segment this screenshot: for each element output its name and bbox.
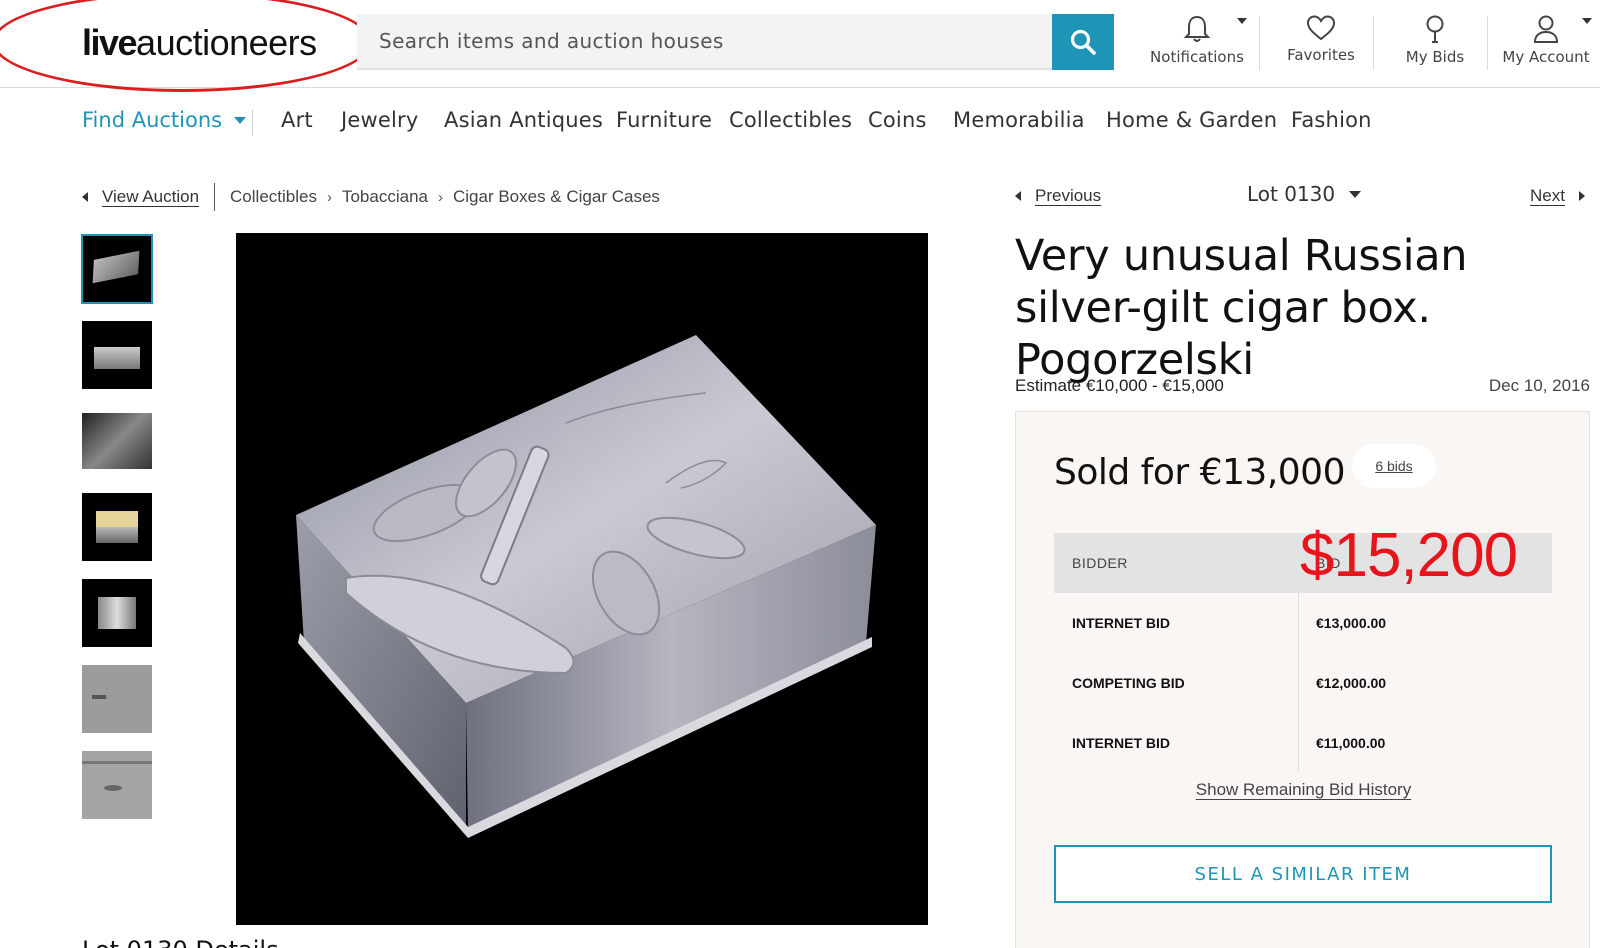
search-input[interactable] <box>357 14 1052 68</box>
lot-select-dropdown[interactable]: Lot 0130 <box>1247 182 1362 206</box>
logo-auctioneers: auctioneers <box>136 22 317 63</box>
thumbnail-4[interactable] <box>82 493 152 561</box>
sell-similar-item-button[interactable]: SELL A SIMILAR ITEM <box>1054 845 1552 903</box>
table-row: COMPETING BID €12,000.00 <box>1054 653 1552 713</box>
price-annotation-overlay: $15,200 <box>1300 521 1518 590</box>
chevron-down-icon <box>1349 190 1362 198</box>
category-furniture[interactable]: Furniture <box>616 108 712 132</box>
breadcrumb: View Auction Collectibles › Tobacciana ›… <box>82 182 660 212</box>
table-row: INTERNET BID €13,000.00 <box>1054 593 1552 653</box>
chevron-right-icon: › <box>326 188 332 206</box>
site-header: liveauctioneers Notifications Favorites … <box>0 0 1600 92</box>
paddle-icon <box>1426 15 1444 43</box>
category-nav: Find Auctions Art Jewelry Asian Antiques… <box>0 88 1600 158</box>
favorites-button[interactable]: Favorites <box>1268 14 1374 72</box>
view-auction-link[interactable]: View Auction <box>102 187 199 207</box>
category-home-garden[interactable]: Home & Garden <box>1106 108 1277 132</box>
chevron-down-icon <box>234 116 247 124</box>
thumbnail-2[interactable] <box>82 321 152 389</box>
thumbnail-5[interactable] <box>82 579 152 647</box>
bid-amount-cell: €12,000.00 <box>1316 675 1387 691</box>
bids-count-link[interactable]: 6 bids <box>1352 444 1436 488</box>
header-divider <box>1259 16 1260 70</box>
breadcrumb-collectibles[interactable]: Collectibles <box>230 187 317 207</box>
bidder-column-header: BIDDER <box>1072 555 1128 571</box>
thumbnail-7[interactable] <box>82 751 152 819</box>
notifications-caret-icon[interactable] <box>1237 18 1247 24</box>
column-divider <box>1298 593 1299 771</box>
my-account-label: My Account <box>1502 48 1590 66</box>
chevron-left-icon <box>1015 191 1021 201</box>
category-fashion[interactable]: Fashion <box>1291 108 1372 132</box>
site-logo[interactable]: liveauctioneers <box>82 22 317 64</box>
next-lot-link[interactable]: Next <box>1530 186 1585 206</box>
show-remaining-bid-history-link[interactable]: Show Remaining Bid History <box>1016 780 1591 800</box>
breadcrumb-divider <box>214 183 216 211</box>
logo-live: live <box>82 22 138 63</box>
find-auctions-dropdown[interactable]: Find Auctions <box>82 108 247 132</box>
lot-estimate: Estimate €10,000 - €15,000 <box>1015 376 1224 395</box>
my-bids-button[interactable]: My Bids <box>1382 14 1488 72</box>
breadcrumb-tobacciana[interactable]: Tobacciana <box>342 187 428 207</box>
chevron-right-icon <box>1579 191 1585 201</box>
sale-result-panel: Sold for €13,000 6 bids BIDDER BID INTER… <box>1015 411 1590 948</box>
lot-navigation: Previous Lot 0130 Next <box>1015 182 1585 212</box>
thumbnail-3[interactable] <box>82 407 152 475</box>
category-asian-antiques[interactable]: Asian Antiques <box>444 108 603 132</box>
thumbnail-1[interactable] <box>81 234 153 304</box>
favorites-label: Favorites <box>1287 46 1355 64</box>
catnav-divider <box>252 110 253 136</box>
lot-main-image[interactable] <box>236 233 928 925</box>
category-memorabilia[interactable]: Memorabilia <box>953 108 1085 132</box>
header-divider <box>1373 16 1374 70</box>
previous-lot-link[interactable]: Previous <box>1015 186 1101 206</box>
previous-label: Previous <box>1035 186 1102 205</box>
user-icon <box>1533 15 1559 43</box>
bidder-cell: INTERNET BID <box>1072 735 1170 751</box>
thumbnail-6[interactable] <box>82 665 152 733</box>
notifications-label: Notifications <box>1150 48 1244 66</box>
account-caret-icon[interactable] <box>1582 18 1592 24</box>
my-bids-label: My Bids <box>1405 48 1465 66</box>
bid-amount-cell: €11,000.00 <box>1316 735 1386 751</box>
category-jewelry[interactable]: Jewelry <box>341 108 419 132</box>
lot-number: Lot 0130 <box>1247 182 1336 206</box>
search-icon <box>1070 29 1096 55</box>
search-button[interactable] <box>1052 14 1114 70</box>
bidder-cell: INTERNET BID <box>1072 615 1170 631</box>
chevron-left-icon <box>82 192 88 202</box>
cigar-box-image <box>296 335 876 838</box>
sale-date: Dec 10, 2016 <box>1488 376 1590 395</box>
bell-icon <box>1183 15 1211 42</box>
category-art[interactable]: Art <box>281 108 313 132</box>
lot-title: Very unusual Russian silver-gilt cigar b… <box>1015 231 1468 385</box>
sold-price: Sold for €13,000 <box>1054 452 1346 493</box>
search-bar <box>357 14 1114 70</box>
chevron-right-icon: › <box>437 188 443 206</box>
breadcrumb-cigar-boxes[interactable]: Cigar Boxes & Cigar Cases <box>453 187 660 207</box>
category-collectibles[interactable]: Collectibles <box>729 108 852 132</box>
heart-icon <box>1306 15 1336 41</box>
table-row: INTERNET BID €11,000.00 <box>1054 713 1552 773</box>
header-divider <box>1487 16 1488 70</box>
category-coins[interactable]: Coins <box>868 108 927 132</box>
bidder-cell: COMPETING BID <box>1072 675 1185 691</box>
bid-amount-cell: €13,000.00 <box>1316 615 1387 631</box>
lot-details-heading: Lot 0130 Details <box>82 936 279 948</box>
next-label: Next <box>1530 186 1565 205</box>
find-auctions-label: Find Auctions <box>82 108 223 132</box>
